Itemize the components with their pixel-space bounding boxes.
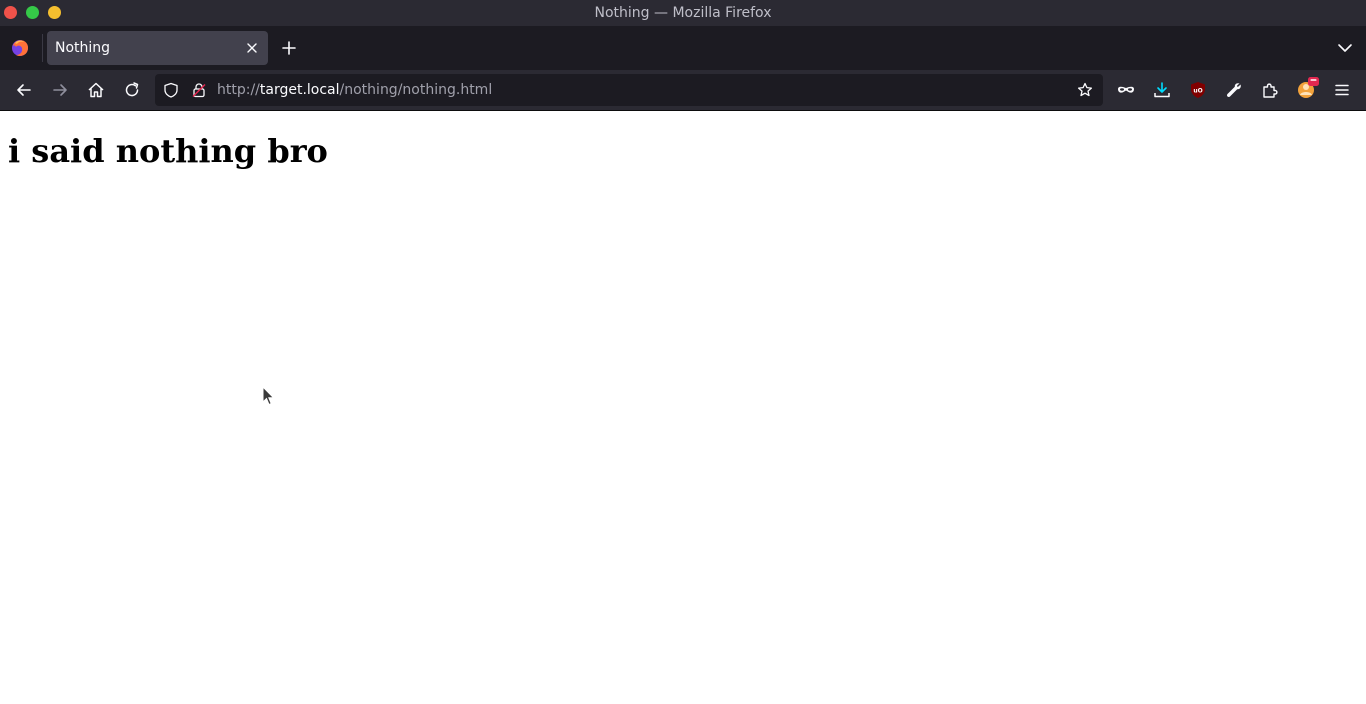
insecure-lock-icon[interactable] bbox=[191, 82, 207, 98]
navigation-toolbar: http://target.local/nothing/nothing.html… bbox=[0, 70, 1366, 111]
tab-close-icon[interactable] bbox=[244, 40, 260, 56]
forward-arrow-icon[interactable] bbox=[50, 80, 70, 100]
ublock-origin-shield-icon[interactable]: uO bbox=[1188, 80, 1208, 100]
page-content: i said nothing bro bbox=[0, 111, 1366, 704]
back-arrow-icon[interactable] bbox=[14, 80, 34, 100]
account-avatar-icon[interactable] bbox=[1296, 76, 1320, 100]
devtools-wrench-icon[interactable] bbox=[1224, 80, 1244, 100]
page-heading: i said nothing bro bbox=[8, 132, 328, 170]
downloads-icon[interactable] bbox=[1152, 80, 1172, 100]
extensions-puzzle-icon[interactable] bbox=[1260, 80, 1280, 100]
url-path: /nothing/nothing.html bbox=[339, 82, 493, 98]
url-host: target.local bbox=[259, 82, 340, 98]
window-titlebar: Nothing — Mozilla Firefox bbox=[0, 0, 1366, 26]
new-tab-plus-icon[interactable] bbox=[280, 39, 298, 57]
window-title: Nothing — Mozilla Firefox bbox=[594, 5, 772, 21]
menu-hamburger-icon[interactable] bbox=[1332, 80, 1352, 100]
url-scheme: http:// bbox=[217, 82, 260, 98]
url-text[interactable]: http://target.local/nothing/nothing.html bbox=[217, 82, 492, 98]
tab-strip: Nothing bbox=[0, 26, 1366, 70]
url-bar[interactable]: http://target.local/nothing/nothing.html bbox=[155, 74, 1103, 106]
tab-separator bbox=[42, 34, 43, 62]
tab-nothing[interactable]: Nothing bbox=[47, 31, 268, 65]
bookmark-star-icon[interactable] bbox=[1077, 82, 1093, 98]
home-icon[interactable] bbox=[86, 80, 106, 100]
firefox-logo-icon[interactable] bbox=[9, 37, 31, 59]
list-all-tabs-chevron-down-icon[interactable] bbox=[1336, 40, 1354, 56]
private-browsing-mask-icon[interactable] bbox=[1116, 80, 1136, 100]
svg-text:uO: uO bbox=[1193, 88, 1202, 95]
reload-icon[interactable] bbox=[122, 80, 142, 100]
mouse-cursor-icon bbox=[262, 386, 276, 406]
tab-label: Nothing bbox=[55, 40, 111, 56]
tracking-protection-shield-icon[interactable] bbox=[163, 82, 179, 98]
